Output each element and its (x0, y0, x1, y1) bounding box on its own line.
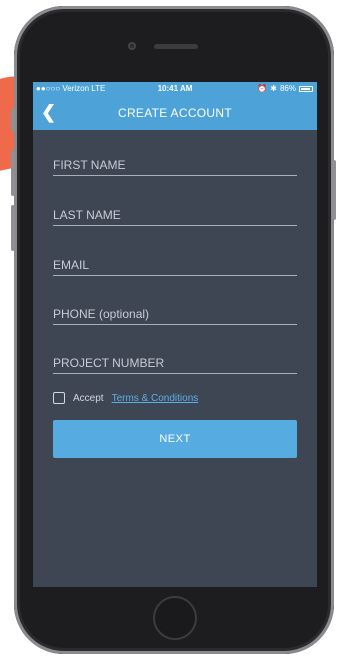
status-bar: ●●○○○ Verizon LTE 10:41 AM ⏰ ✱ 86% (33, 82, 317, 96)
accept-terms-row: Accept Terms & Conditions (53, 390, 198, 406)
alarm-icon: ⏰ (257, 84, 268, 93)
page-title: CREATE ACCOUNT (118, 106, 232, 120)
project-number-input[interactable] (53, 352, 297, 374)
nav-bar: ❮ CREATE ACCOUNT (33, 96, 317, 130)
battery-icon (299, 86, 313, 92)
terms-conditions-link[interactable]: Terms & Conditions (112, 393, 199, 404)
phone-input[interactable] (53, 303, 297, 325)
accept-terms-checkbox[interactable] (53, 392, 65, 404)
front-camera (128, 42, 136, 50)
first-name-input[interactable] (53, 154, 297, 176)
status-right: ⏰ ✱ 86% (257, 82, 313, 96)
power-button (332, 160, 336, 220)
accept-label: Accept (73, 392, 104, 404)
mute-switch (11, 108, 15, 132)
volume-down-button (11, 205, 15, 251)
volume-up-button (11, 150, 15, 196)
earpiece-speaker (154, 44, 198, 49)
next-button[interactable]: NEXT (53, 420, 297, 458)
email-input[interactable] (53, 254, 297, 276)
home-button[interactable] (153, 596, 197, 640)
battery-percent: 86% (279, 84, 296, 93)
bluetooth-icon: ✱ (270, 84, 277, 93)
last-name-input[interactable] (53, 204, 297, 226)
app-screen: ●●○○○ Verizon LTE 10:41 AM ⏰ ✱ 86% ❮ CRE… (33, 82, 317, 587)
stage: ●●○○○ Verizon LTE 10:41 AM ⏰ ✱ 86% ❮ CRE… (0, 0, 343, 656)
